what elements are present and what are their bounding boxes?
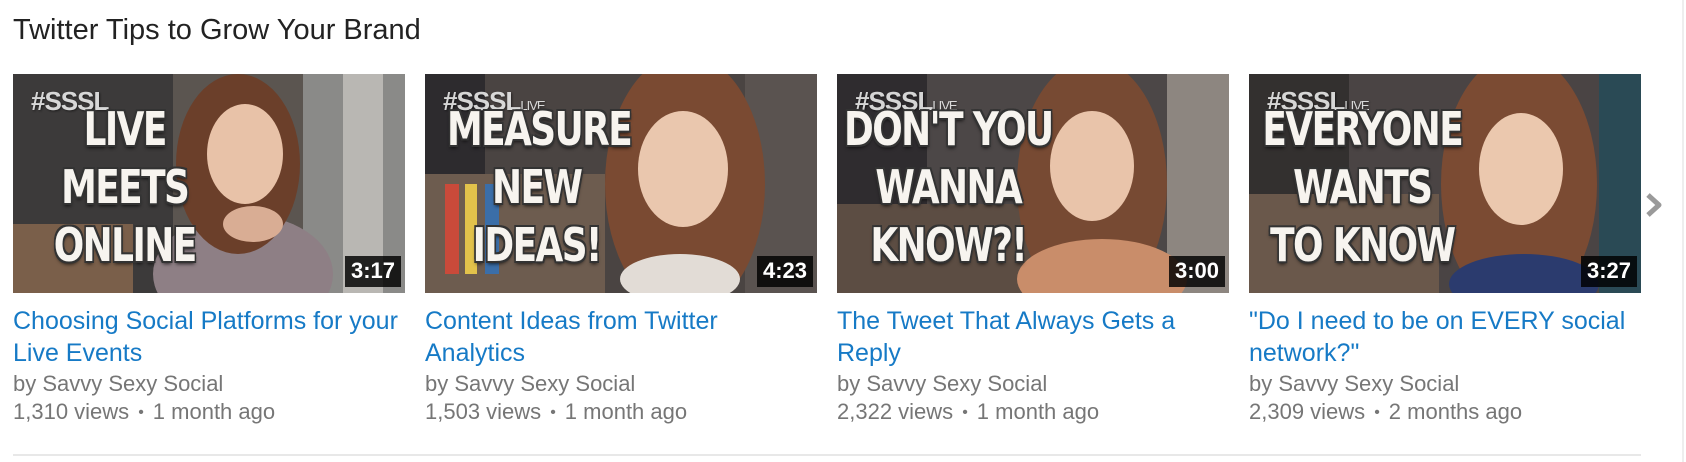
video-card: #SSSLLIVE DON'T YOU WANNA KNOW?! 3:00 Th…	[837, 74, 1229, 427]
upload-age: 1 month ago	[152, 399, 276, 424]
video-title-link[interactable]: "Do I need to be on EVERY social network…	[1249, 305, 1641, 369]
separator-dot: •	[962, 404, 968, 421]
video-meta: 2,322 views • 1 month ago	[837, 398, 1229, 427]
channel-byline[interactable]: by Savvy Sexy Social	[1249, 370, 1641, 398]
video-thumbnail[interactable]: #SSSLLIVE MEASURE NEW IDEAS! 4:23	[425, 74, 817, 293]
video-title-link[interactable]: Content Ideas from Twitter Analytics	[425, 305, 817, 369]
upload-age: 1 month ago	[976, 399, 1100, 424]
separator-dot: •	[550, 404, 556, 421]
video-duration: 4:23	[756, 256, 813, 287]
thumbnail-overlay-text: EVERYONE WANTS TO KNOW	[1262, 102, 1463, 272]
channel-byline[interactable]: by Savvy Sexy Social	[837, 370, 1229, 398]
video-meta: 1,503 views • 1 month ago	[425, 398, 817, 427]
upload-age: 2 months ago	[1388, 399, 1523, 424]
channel-byline[interactable]: by Savvy Sexy Social	[13, 370, 405, 398]
video-thumbnail[interactable]: #SSSL LIVE MEETS ONLINE 3:17	[13, 74, 405, 293]
separator-dot: •	[138, 404, 144, 421]
upload-age: 1 month ago	[564, 399, 688, 424]
thumbnail-overlay-text: DON'T YOU WANNA KNOW?!	[844, 102, 1054, 272]
video-card: #SSSLLIVE EVERYONE WANTS TO KNOW 3:27 "D…	[1249, 74, 1641, 427]
video-card: #SSSL LIVE MEETS ONLINE 3:17 Choosing So…	[13, 74, 405, 427]
video-meta: 2,309 views • 2 months ago	[1249, 398, 1641, 427]
thumbnail-overlay-text: MEASURE NEW IDEAS!	[447, 102, 633, 272]
chevron-right-icon	[1646, 193, 1662, 217]
view-count: 2,309 views	[1249, 399, 1366, 424]
video-title-link[interactable]: The Tweet That Always Gets a Reply	[837, 305, 1229, 369]
shelf-divider	[13, 454, 1641, 456]
view-count: 1,310 views	[13, 399, 130, 424]
video-title-link[interactable]: Choosing Social Platforms for your Live …	[13, 305, 405, 369]
view-count: 1,503 views	[425, 399, 542, 424]
video-thumbnail[interactable]: #SSSLLIVE DON'T YOU WANNA KNOW?! 3:00	[837, 74, 1229, 293]
video-thumbnail[interactable]: #SSSLLIVE EVERYONE WANTS TO KNOW 3:27	[1249, 74, 1641, 293]
video-card: #SSSLLIVE MEASURE NEW IDEAS! 4:23 Conten…	[425, 74, 817, 427]
separator-dot: •	[1374, 404, 1380, 421]
page-edge-divider	[1682, 0, 1684, 462]
video-meta: 1,310 views • 1 month ago	[13, 398, 405, 427]
video-duration: 3:00	[1168, 256, 1225, 287]
channel-byline[interactable]: by Savvy Sexy Social	[425, 370, 817, 398]
thumbnail-overlay-text: LIVE MEETS ONLINE	[53, 102, 197, 272]
view-count: 2,322 views	[837, 399, 954, 424]
shelf-title: Twitter Tips to Grow Your Brand	[13, 14, 421, 46]
video-duration: 3:17	[344, 256, 401, 287]
shelf-next-button[interactable]	[1642, 192, 1666, 218]
video-duration: 3:27	[1580, 256, 1637, 287]
